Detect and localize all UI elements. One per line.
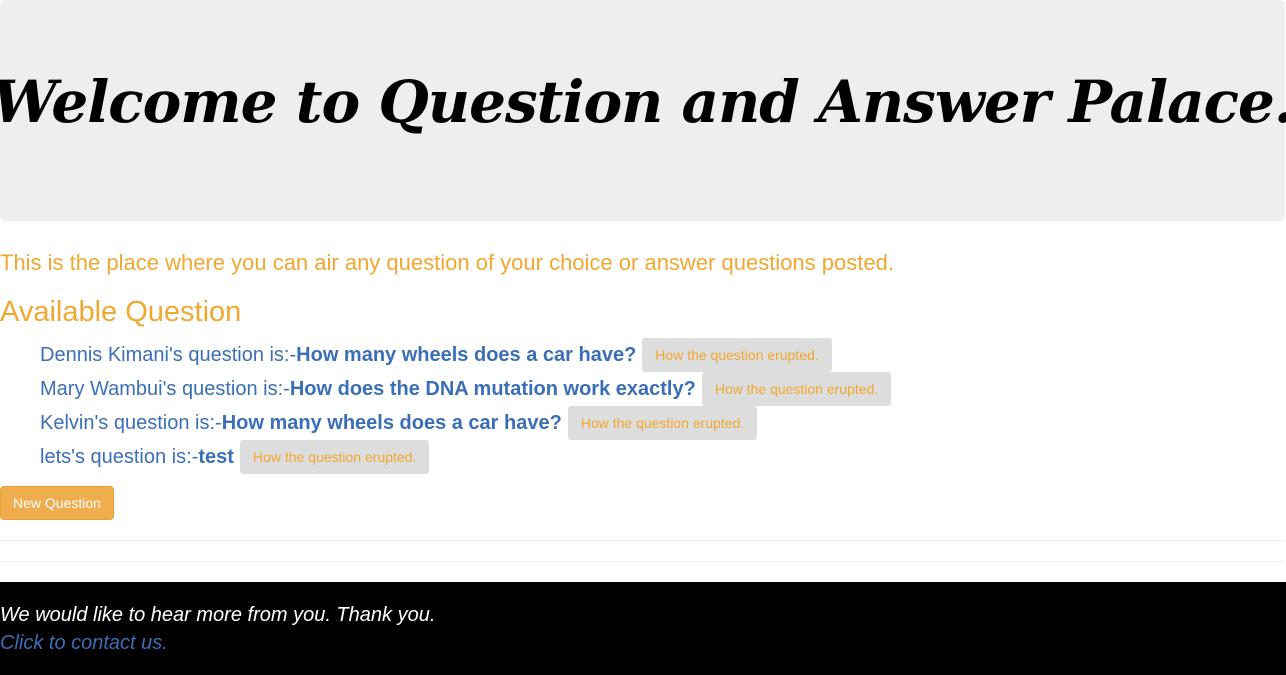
intro-text: This is the place where you can air any …: [0, 250, 894, 275]
question-author: Mary Wambui's question is:-: [40, 377, 290, 400]
divider: [0, 540, 1285, 541]
question-author: Dennis Kimani's question is:-: [40, 343, 297, 366]
jumbotron-header: Welcome to Question and Answer Palace.: [0, 0, 1286, 221]
question-author: Kelvin's question is:-: [40, 411, 222, 434]
question-origin-button[interactable]: How the question erupted.: [701, 372, 892, 406]
question-author: lets's question is:-: [40, 445, 199, 468]
question-origin-button[interactable]: How the question erupted.: [239, 440, 430, 474]
new-question-button[interactable]: New Question: [0, 486, 114, 520]
question-item: Dennis Kimani's question is:- How many w…: [40, 338, 891, 372]
question-text: test: [198, 445, 234, 468]
question-text: How many wheels does a car have?: [296, 343, 637, 366]
question-list: Dennis Kimani's question is:- How many w…: [40, 338, 892, 474]
question-item: lets's question is:- test How the questi…: [40, 440, 891, 474]
question-origin-button[interactable]: How the question erupted.: [642, 338, 832, 372]
divider: [0, 561, 1285, 562]
page-title: Welcome to Question and Answer Palace.: [0, 67, 1286, 136]
question-text: How many wheels does a car have?: [221, 411, 562, 434]
question-origin-button[interactable]: How the question erupted.: [567, 406, 758, 440]
question-text: How does the DNA mutation work exactly?: [289, 377, 696, 400]
footer: We would like to hear more from you. Tha…: [0, 582, 1286, 675]
available-questions-heading: Available Question: [0, 296, 242, 328]
footer-message: We would like to hear more from you. Tha…: [0, 604, 436, 626]
contact-link[interactable]: Click to contact us.: [0, 632, 168, 655]
question-item: Mary Wambui's question is:- How does the…: [40, 372, 892, 406]
question-item: Kelvin's question is:- How many wheels d…: [40, 406, 891, 440]
